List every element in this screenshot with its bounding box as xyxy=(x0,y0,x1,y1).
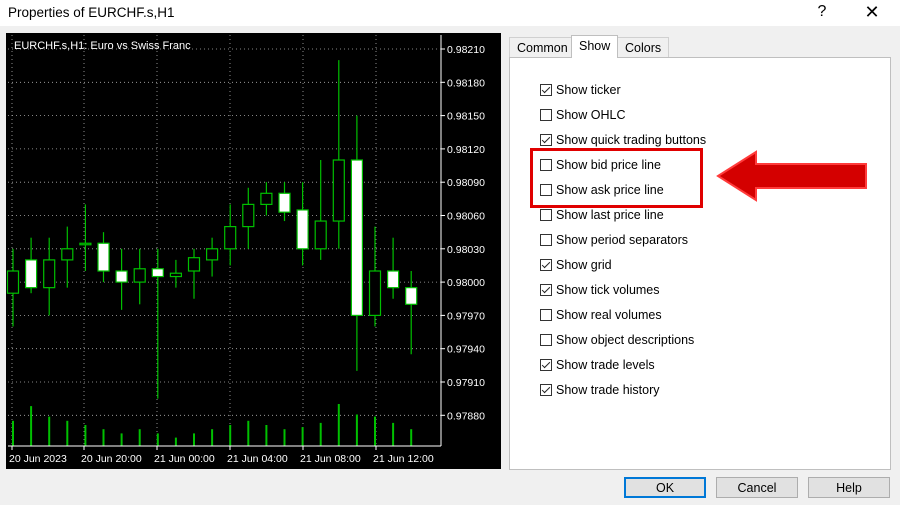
time-label: 21 Jun 00:00 xyxy=(154,453,215,465)
option-row[interactable]: Show quick trading buttons xyxy=(540,131,706,149)
time-label: 20 Jun 20:00 xyxy=(81,453,142,465)
title-bar: Properties of EURCHF.s,H1 ? ✕ xyxy=(0,0,900,26)
option-checkbox[interactable] xyxy=(540,259,552,271)
help-icon[interactable]: ? xyxy=(808,2,836,24)
option-label: Show tick volumes xyxy=(556,283,660,297)
option-row[interactable]: Show real volumes xyxy=(540,306,662,324)
option-label: Show trade history xyxy=(556,383,660,397)
option-row[interactable]: Show object descriptions xyxy=(540,331,694,349)
candle-body xyxy=(224,226,237,250)
option-label: Show trade levels xyxy=(556,358,655,372)
time-label: 20 Jun 2023 xyxy=(9,453,67,465)
candle-body xyxy=(332,159,345,222)
option-label: Show ticker xyxy=(556,83,621,97)
red-highlight-box xyxy=(530,148,703,208)
option-label: Show grid xyxy=(556,258,612,272)
option-checkbox[interactable] xyxy=(540,334,552,346)
price-label: 0.97970 xyxy=(447,310,485,322)
candle-body xyxy=(43,259,56,289)
cancel-button[interactable]: Cancel xyxy=(716,477,798,498)
candle-body xyxy=(405,287,418,305)
option-row[interactable]: Show trade history xyxy=(540,381,660,399)
price-label: 0.98150 xyxy=(447,111,485,123)
candle-body xyxy=(242,203,255,228)
option-checkbox[interactable] xyxy=(540,309,552,321)
time-label: 21 Jun 08:00 xyxy=(300,453,361,465)
option-row[interactable]: Show period separators xyxy=(540,231,688,249)
chart-preview: 0.98210 0.98180 0.98150 0.98120 0.98090 0.980… xyxy=(6,33,501,469)
price-label: 0.98120 xyxy=(447,144,485,156)
option-checkbox[interactable] xyxy=(540,234,552,246)
tab-colors[interactable]: Colors xyxy=(617,37,670,58)
option-checkbox[interactable] xyxy=(540,209,552,221)
price-label: 0.98000 xyxy=(447,277,485,289)
candle-body xyxy=(133,268,146,283)
candle-body xyxy=(350,159,363,316)
candle-body xyxy=(387,270,400,289)
price-label: 0.98210 xyxy=(447,44,485,56)
close-icon[interactable]: ✕ xyxy=(858,2,886,24)
option-checkbox[interactable] xyxy=(540,134,552,146)
option-row[interactable]: Show trade levels xyxy=(540,356,655,374)
candle-body xyxy=(206,248,219,261)
show-tab-panel: Show ticker Show OHLC Show quick trading b… xyxy=(509,57,891,470)
chart-plot-area xyxy=(6,33,501,469)
window-title: Properties of EURCHF.s,H1 xyxy=(8,5,175,20)
candle-body xyxy=(25,259,38,289)
option-row[interactable]: Show last price line xyxy=(540,206,664,224)
option-checkbox[interactable] xyxy=(540,359,552,371)
chart-svg: 0.98210 0.98180 0.98150 0.98120 0.98090 0.980… xyxy=(6,33,501,469)
candle-body xyxy=(187,257,201,272)
candle-body xyxy=(169,272,182,278)
price-label: 0.97880 xyxy=(447,410,485,422)
time-label: 21 Jun 12:00 xyxy=(373,453,434,465)
time-label: 21 Jun 04:00 xyxy=(227,453,288,465)
price-label: 0.98090 xyxy=(447,177,485,189)
option-label: Show quick trading buttons xyxy=(556,133,707,147)
candle-body xyxy=(97,242,110,272)
tab-common[interactable]: Common xyxy=(509,37,576,58)
option-row[interactable]: Show ticker xyxy=(540,81,621,99)
price-label: 0.98030 xyxy=(447,244,485,256)
option-checkbox[interactable] xyxy=(540,384,552,396)
candle-body xyxy=(61,248,74,261)
option-label: Show period separators xyxy=(556,233,689,247)
chart-symbol-label: EURCHF.s,H1: Euro vs Swiss Franc xyxy=(14,40,191,52)
option-row[interactable]: Show tick volumes xyxy=(540,281,660,299)
price-label: 0.97940 xyxy=(447,344,485,356)
candle-body xyxy=(151,268,164,278)
candle-body xyxy=(115,270,128,283)
candle-body xyxy=(6,270,20,294)
option-checkbox[interactable] xyxy=(540,109,552,121)
candle-body xyxy=(79,242,92,246)
option-label: Show OHLC xyxy=(556,108,626,122)
ok-button[interactable]: OK xyxy=(624,477,706,498)
option-label: Show real volumes xyxy=(556,308,662,322)
candle-body xyxy=(296,209,309,250)
candle-body xyxy=(314,220,327,250)
option-row[interactable]: Show OHLC xyxy=(540,106,625,124)
help-button[interactable]: Help xyxy=(808,477,890,498)
option-label: Show object descriptions xyxy=(556,333,695,347)
option-checkbox[interactable] xyxy=(540,284,552,296)
option-checkbox[interactable] xyxy=(540,84,552,96)
price-label: 0.98060 xyxy=(447,211,485,223)
price-label: 0.98180 xyxy=(447,77,485,89)
candle-body xyxy=(278,192,291,213)
candle-body xyxy=(368,270,382,317)
option-label: Show last price line xyxy=(556,208,664,222)
tab-show[interactable]: Show xyxy=(571,35,619,58)
candle-body xyxy=(260,192,273,206)
price-label: 0.97910 xyxy=(447,377,485,389)
red-arrow-icon xyxy=(716,150,867,202)
option-row[interactable]: Show grid xyxy=(540,256,612,274)
